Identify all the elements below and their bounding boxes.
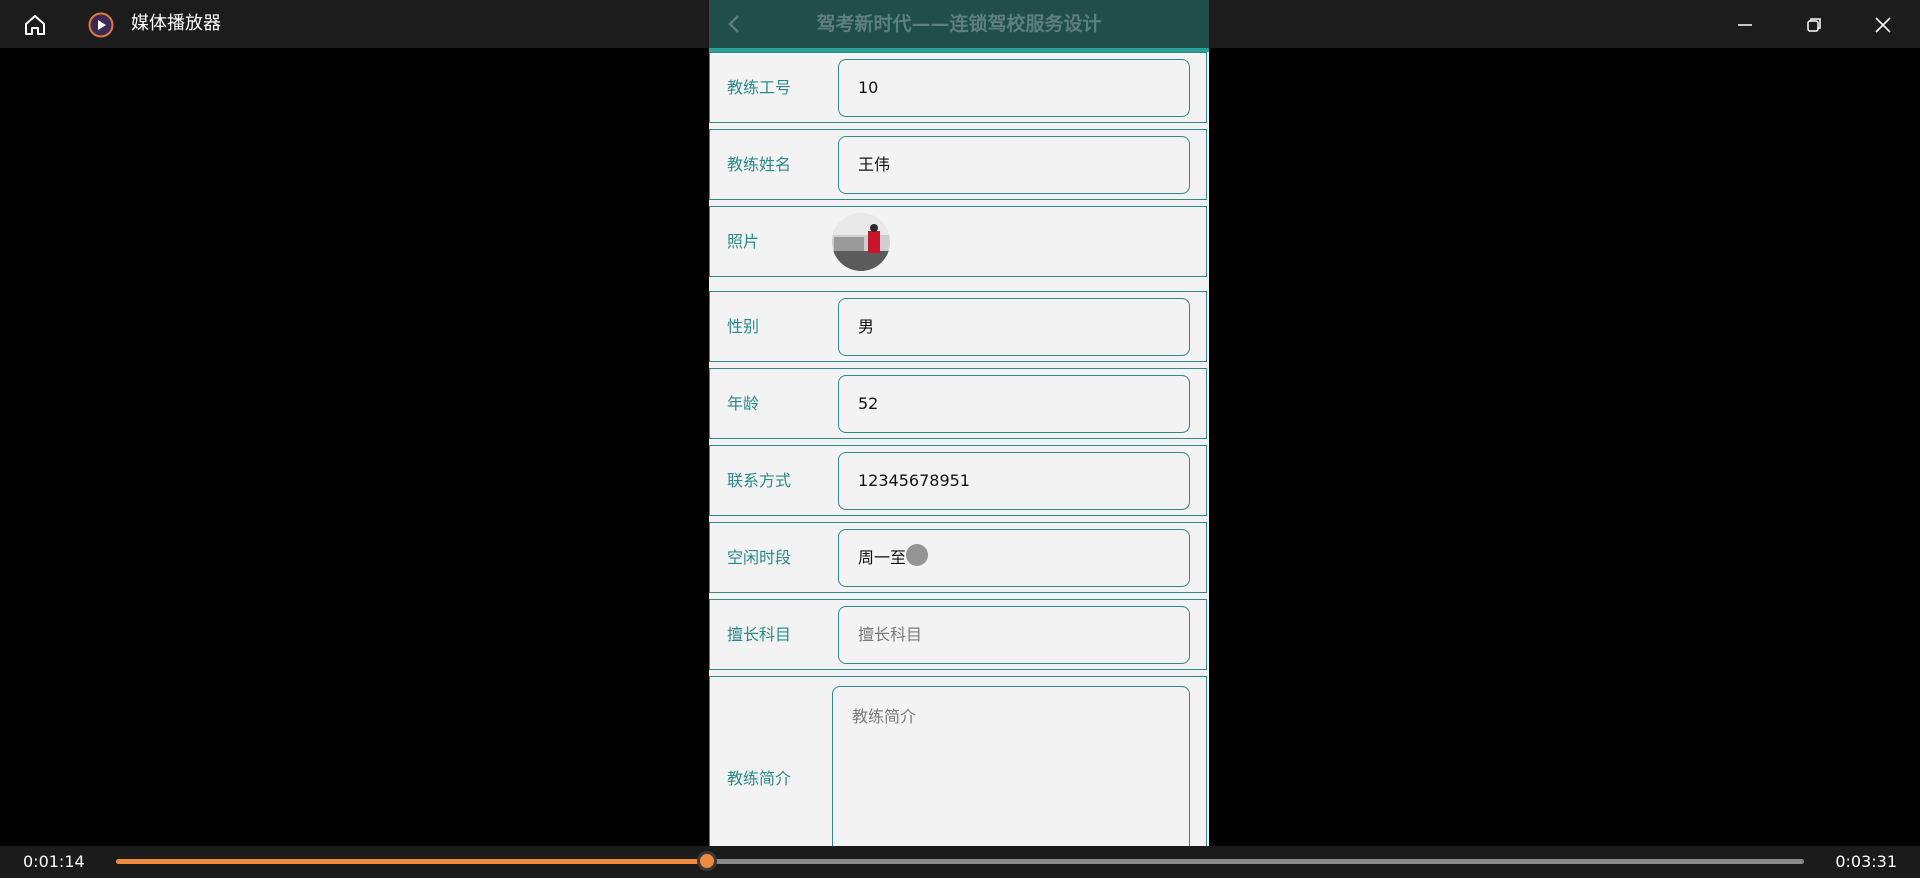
coach-id-label: 教练工号	[727, 78, 792, 97]
contact-label: 联系方式	[727, 471, 792, 490]
form-row-coach-id: 教练工号 10	[709, 52, 1207, 123]
seek-progress-fill	[116, 859, 707, 864]
seek-thumb[interactable]	[696, 851, 717, 871]
seek-track[interactable]	[116, 859, 1804, 864]
photo-label: 照片	[727, 232, 760, 251]
free-time-label: 空闲时段	[727, 548, 792, 567]
window-title: 媒体播放器	[131, 13, 221, 34]
total-time: 0:03:31	[1835, 852, 1897, 871]
form-row-coach-name: 教练姓名 王伟	[709, 129, 1207, 200]
maximize-icon[interactable]	[1802, 13, 1826, 37]
coach-photo[interactable]	[832, 213, 890, 271]
home-icon[interactable]	[22, 12, 48, 38]
app-screen: 驾考新时代——连锁驾校服务设计 教练工号 10 教练姓名 王伟 照片 性别 男 …	[709, 0, 1209, 878]
specialty-label: 擅长科目	[727, 625, 792, 644]
intro-label: 教练简介	[727, 769, 792, 788]
pointer-cursor	[906, 544, 928, 566]
form-row-specialty: 擅长科目 擅长科目	[709, 599, 1207, 670]
media-player-icon	[88, 12, 114, 38]
free-time-input[interactable]: 周一至	[838, 529, 1190, 587]
specialty-input[interactable]: 擅长科目	[838, 606, 1190, 664]
form-row-photo: 照片	[709, 206, 1207, 277]
current-time: 0:01:14	[23, 852, 85, 871]
playback-bar: 0:01:14 0:03:31	[0, 846, 1920, 878]
close-icon[interactable]	[1871, 13, 1895, 37]
gender-label: 性别	[727, 317, 760, 336]
form-row-contact: 联系方式 12345678951	[709, 445, 1207, 516]
form-row-free-time: 空闲时段 周一至	[709, 522, 1207, 593]
gender-input[interactable]: 男	[838, 298, 1190, 356]
age-label: 年龄	[727, 394, 760, 413]
contact-input[interactable]: 12345678951	[838, 452, 1190, 510]
app-header: 驾考新时代——连锁驾校服务设计	[709, 0, 1209, 48]
coach-name-label: 教练姓名	[727, 155, 792, 174]
coach-id-input[interactable]: 10	[838, 59, 1190, 117]
age-input[interactable]: 52	[838, 375, 1190, 433]
form-row-gender: 性别 男	[709, 291, 1207, 362]
minimize-icon[interactable]	[1733, 13, 1757, 37]
intro-textarea[interactable]: 教练简介	[832, 686, 1190, 866]
app-header-title: 驾考新时代——连锁驾校服务设计	[816, 13, 1102, 35]
coach-name-input[interactable]: 王伟	[838, 136, 1190, 194]
form-row-age: 年龄 52	[709, 368, 1207, 439]
